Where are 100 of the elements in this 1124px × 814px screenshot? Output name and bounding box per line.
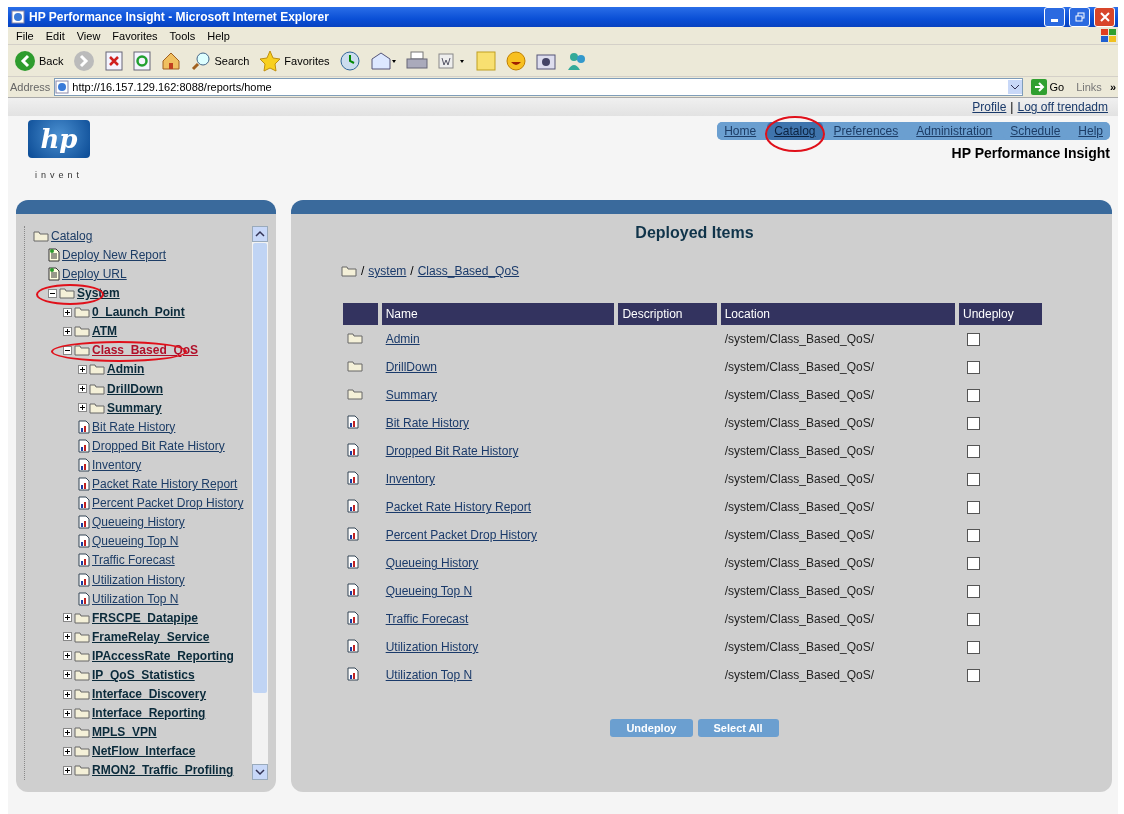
edit-icon[interactable] — [437, 51, 466, 70]
expand-icon[interactable] — [63, 326, 72, 336]
expand-icon[interactable] — [63, 727, 72, 737]
stop-icon[interactable] — [105, 50, 124, 71]
tree-item[interactable]: Traffic Forecast — [92, 553, 175, 568]
tree-item[interactable]: Percent Packet Drop History — [92, 496, 244, 511]
go-button[interactable]: Go — [1026, 79, 1069, 96]
home-icon[interactable] — [161, 50, 182, 71]
expand-icon[interactable] — [63, 651, 72, 661]
collapse-icon[interactable] — [63, 345, 72, 355]
tree-item[interactable]: DrillDown — [107, 381, 163, 396]
item-link[interactable]: Inventory — [385, 472, 435, 487]
minimize-button[interactable] — [1044, 7, 1065, 27]
item-link[interactable]: Percent Packet Drop History — [385, 528, 538, 543]
item-link[interactable]: Dropped Bit Rate History — [385, 444, 519, 459]
tree-item[interactable]: FrameRelay_Service — [92, 629, 210, 644]
menu-item[interactable]: Tools — [163, 29, 202, 42]
toolbar-label[interactable]: Favorites — [284, 54, 330, 67]
menu-item[interactable]: File — [10, 29, 40, 42]
menu-item[interactable]: Edit — [39, 29, 71, 42]
item-link[interactable]: Admin — [385, 332, 420, 347]
tree-item[interactable]: Deploy URL — [62, 267, 127, 281]
toolbar-label[interactable]: Search — [214, 54, 250, 67]
people-icon[interactable] — [565, 50, 588, 71]
address-field[interactable]: http://16.157.129.162:8088/reports/home — [54, 78, 1023, 97]
toolbar-label[interactable]: Back — [39, 54, 64, 67]
tree-item[interactable]: Admin — [107, 362, 145, 377]
expand-icon[interactable] — [78, 365, 87, 374]
tree-item[interactable]: NetFlow_Interface — [92, 744, 196, 759]
checkbox[interactable] — [967, 584, 980, 598]
expand-icon[interactable] — [63, 632, 72, 642]
expand-icon[interactable] — [63, 670, 72, 680]
collapse-icon[interactable] — [48, 288, 57, 298]
tree-item[interactable]: Bit Rate History — [92, 419, 176, 434]
expand-icon[interactable] — [78, 403, 87, 413]
item-link[interactable]: Queueing History — [385, 556, 479, 571]
item-link[interactable]: Traffic Forecast — [385, 612, 469, 627]
tree-item[interactable]: Interface_Discovery — [92, 687, 207, 702]
expand-icon[interactable] — [63, 765, 72, 775]
star-icon[interactable] — [259, 49, 282, 72]
tree-item[interactable]: Deploy New Report — [62, 247, 167, 262]
checkbox[interactable] — [967, 472, 980, 486]
checkbox[interactable] — [967, 528, 980, 542]
expand-icon[interactable] — [63, 307, 72, 317]
more-chevron[interactable]: » — [1109, 81, 1116, 94]
menu-item[interactable]: Help — [201, 29, 236, 42]
tree-item[interactable]: Packet Rate History Report — [92, 477, 238, 492]
checkbox[interactable] — [967, 500, 980, 514]
checkbox[interactable] — [967, 444, 980, 458]
tree-item[interactable]: Summary — [107, 400, 162, 415]
checkbox[interactable] — [967, 388, 980, 402]
tree-item[interactable]: Utilization Top N — [92, 591, 179, 606]
tree-item[interactable]: Dropped Bit Rate History — [92, 438, 225, 453]
checkbox[interactable] — [967, 668, 980, 682]
tree-item[interactable]: 0_Launch_Point — [92, 305, 185, 320]
smiley-icon[interactable] — [505, 50, 526, 71]
expand-icon[interactable] — [63, 708, 72, 718]
restore-button[interactable] — [1069, 7, 1090, 27]
checkbox[interactable] — [967, 332, 980, 346]
item-link[interactable]: Packet Rate History Report — [385, 500, 532, 515]
tree-item[interactable]: Queueing History — [92, 515, 185, 530]
expand-icon[interactable] — [63, 746, 72, 756]
item-link[interactable]: Utilization History — [385, 640, 479, 655]
scroll-thumb[interactable] — [253, 243, 267, 694]
tree-item[interactable]: Queueing Top N — [92, 534, 179, 549]
expand-icon[interactable] — [63, 689, 72, 699]
item-link[interactable]: Utilization Top N — [385, 668, 473, 683]
checkbox[interactable] — [967, 360, 980, 374]
checkbox[interactable] — [967, 640, 980, 654]
dropdown-icon[interactable] — [1007, 80, 1022, 95]
links-label[interactable]: Links — [1072, 81, 1106, 94]
printer-icon[interactable] — [405, 50, 428, 71]
close-button[interactable] — [1094, 7, 1115, 27]
item-link[interactable]: Queueing Top N — [385, 584, 473, 599]
tree-item[interactable]: Interface_Reporting — [92, 706, 206, 721]
tree-item[interactable]: Utilization History — [92, 572, 185, 587]
scroll-down-icon[interactable] — [252, 764, 268, 780]
tree-item[interactable]: FRSCPE_Datapipe — [92, 610, 199, 625]
item-link[interactable]: Bit Rate History — [385, 416, 469, 431]
tree-item[interactable]: ATM — [92, 324, 118, 339]
tree-item[interactable]: IPAccessRate_Reporting — [92, 648, 234, 663]
history-icon[interactable] — [339, 50, 360, 71]
breadcrumb-link[interactable]: system — [368, 264, 407, 279]
scroll-up-icon[interactable] — [252, 226, 268, 243]
logoff-link[interactable]: Log off trendadm — [1017, 100, 1108, 115]
menu-item[interactable]: Favorites — [106, 29, 164, 42]
menu-item[interactable]: View — [70, 29, 107, 42]
item-link[interactable]: Summary — [385, 388, 437, 403]
tree-item[interactable]: MPLS_VPN — [92, 725, 157, 740]
expand-icon[interactable] — [78, 384, 87, 394]
checkbox[interactable] — [967, 556, 980, 570]
checkbox[interactable] — [967, 612, 980, 626]
checkbox[interactable] — [967, 416, 980, 430]
item-link[interactable]: DrillDown — [385, 360, 437, 375]
profile-link[interactable]: Profile — [972, 100, 1007, 115]
tree-item[interactable]: Catalog — [51, 228, 93, 243]
search-icon[interactable] — [191, 50, 212, 71]
tree-item[interactable]: Inventory — [92, 457, 142, 472]
expand-icon[interactable] — [63, 613, 72, 623]
breadcrumb-link[interactable]: Class_Based_QoS — [417, 264, 520, 279]
